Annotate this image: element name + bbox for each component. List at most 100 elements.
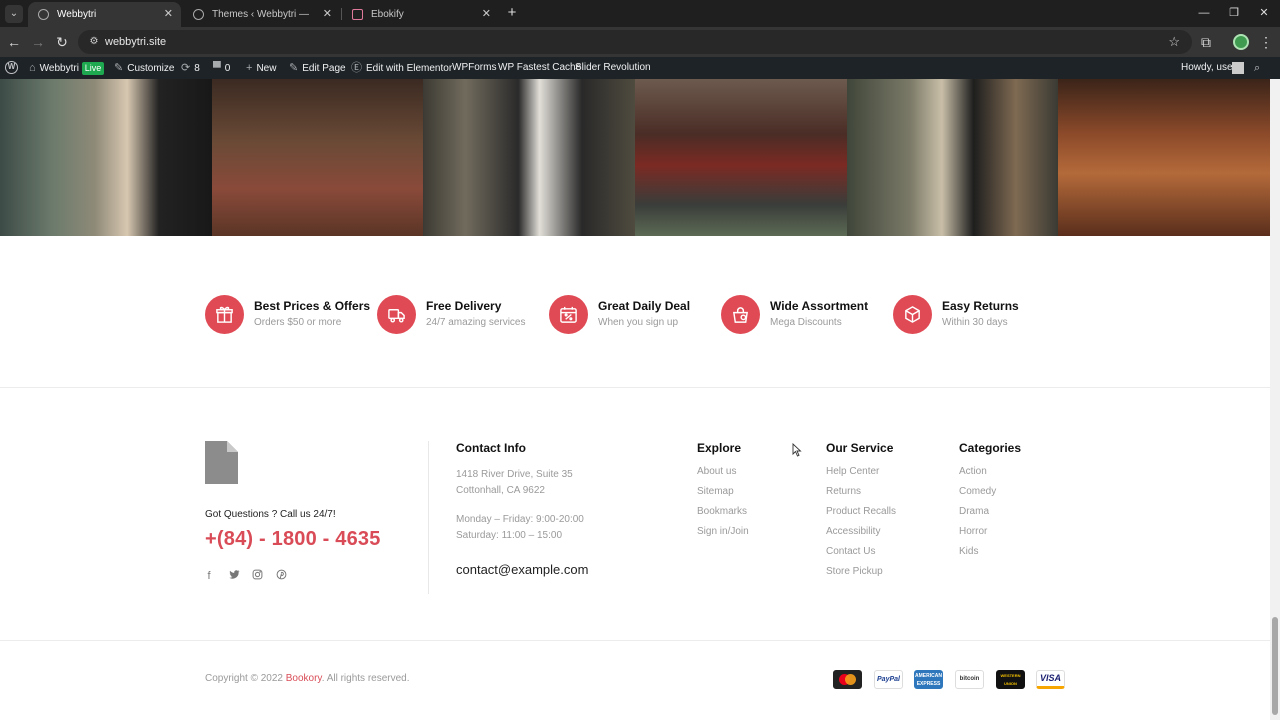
instagram-icon[interactable] xyxy=(250,569,264,583)
browser-tab-bar: ⌄ Webbytri ✕ Themes ‹ Webbytri — WordPre… xyxy=(0,0,1280,45)
wp-customize-link[interactable]: ✎ Customize xyxy=(114,57,174,79)
footer-divider xyxy=(428,441,429,594)
profile-avatar[interactable] xyxy=(1233,34,1249,50)
extensions-icon[interactable]: ⧉ xyxy=(1196,32,1216,52)
delivery-truck-icon xyxy=(377,295,416,334)
shopping-bag-icon xyxy=(721,295,760,334)
search-icon[interactable]: ⌕ xyxy=(1254,57,1260,79)
feature-easy-returns: Easy Returns Within 30 days xyxy=(893,294,1065,334)
brush-icon: ✎ xyxy=(114,62,124,74)
wordpress-logo-icon[interactable]: W xyxy=(5,61,18,74)
paypal-icon: PayPal xyxy=(874,670,903,689)
footer-link-action[interactable]: Action xyxy=(959,466,987,477)
footer-link-kids[interactable]: Kids xyxy=(959,546,978,557)
globe-icon xyxy=(193,9,204,20)
bookmark-star-icon[interactable]: ☆ xyxy=(1168,30,1180,54)
copyright: Copyright © 2022 Bookory. All rights res… xyxy=(205,673,410,684)
footer-link-help-center[interactable]: Help Center xyxy=(826,466,879,477)
footer-link-drama[interactable]: Drama xyxy=(959,506,989,517)
page-scrollbar[interactable] xyxy=(1270,79,1280,720)
address-bar: ← → ↻ ⚙ webbytri.site ☆ ⧉ ⋮ xyxy=(0,27,1280,57)
wp-site-link[interactable]: ⌂ Webbytri Live xyxy=(29,57,105,79)
explore-heading: Explore xyxy=(697,441,742,455)
close-tab-icon[interactable]: ✕ xyxy=(482,2,491,27)
mastercard-icon xyxy=(833,670,862,689)
wp-elementor-link[interactable]: Ⓔ Edit with Elementor xyxy=(351,57,452,79)
amex-icon: AMERICAN EXPRESS xyxy=(914,670,943,689)
elementor-icon: Ⓔ xyxy=(351,62,362,74)
footer-link-comedy[interactable]: Comedy xyxy=(959,486,996,497)
restore-icon[interactable]: ❐ xyxy=(1218,0,1250,27)
footer-link-sitemap[interactable]: Sitemap xyxy=(697,486,734,497)
tab-themes[interactable]: Themes ‹ Webbytri — WordPre ✕ xyxy=(183,2,340,45)
footer-link-about-us[interactable]: About us xyxy=(697,466,736,477)
categories-heading: Categories xyxy=(959,441,1022,455)
close-tab-icon[interactable]: ✕ xyxy=(164,2,173,27)
photo-gallery xyxy=(0,79,1271,236)
support-text: Got Questions ? Call us 24/7! xyxy=(205,509,336,520)
url-text[interactable]: webbytri.site xyxy=(105,30,166,54)
wp-comments-link[interactable]: ▀ 0 xyxy=(213,57,230,79)
wp-wpforms-link[interactable]: WPForms xyxy=(452,57,496,79)
feature-wide-assortment: Wide Assortment Mega Discounts xyxy=(721,294,893,334)
footer-link-bookmarks[interactable]: Bookmarks xyxy=(697,506,747,517)
forward-icon[interactable]: → xyxy=(28,32,48,52)
site-settings-icon[interactable]: ⚙ xyxy=(87,35,101,49)
contact-info-heading: Contact Info xyxy=(456,441,526,455)
new-tab-icon[interactable]: + xyxy=(504,2,520,26)
wp-new-link[interactable]: + New xyxy=(246,57,276,79)
tab-ebokify[interactable]: Ebokify ✕ xyxy=(342,2,499,27)
brand-link[interactable]: Bookory xyxy=(286,673,322,684)
footer-link-store-pickup[interactable]: Store Pickup xyxy=(826,566,883,577)
gallery-photo xyxy=(0,79,212,236)
support-phone[interactable]: +(84) - 1800 - 4635 xyxy=(205,528,381,551)
wp-admin-bar: W ⌂ Webbytri Live ✎ Customize ⟳ 8 ▀ 0 + New ✎… xyxy=(0,57,1280,79)
footer-link-accessibility[interactable]: Accessibility xyxy=(826,526,880,537)
footer-bottom-divider xyxy=(0,640,1270,641)
mouse-cursor-icon xyxy=(792,443,802,457)
calendar-discount-icon xyxy=(549,295,588,334)
address-line-1: 1418 River Drive, Suite 35 xyxy=(456,469,573,480)
scrollbar-thumb[interactable] xyxy=(1272,617,1278,715)
wp-howdy[interactable]: Howdy, user xyxy=(1181,57,1236,79)
twitter-icon[interactable] xyxy=(227,569,241,583)
reload-icon[interactable]: ↻ xyxy=(52,32,72,52)
omnibox[interactable]: ⚙ webbytri.site ☆ xyxy=(78,30,1192,54)
tab-search-icon[interactable]: ⌄ xyxy=(5,5,23,23)
document-logo-icon xyxy=(205,441,238,484)
wp-edit-page-link[interactable]: ✎ Edit Page xyxy=(289,57,346,79)
footer-link-product-recalls[interactable]: Product Recalls xyxy=(826,506,896,517)
minimize-icon[interactable]: — xyxy=(1188,0,1220,27)
footer-link-horror[interactable]: Horror xyxy=(959,526,987,537)
footer-link-sign-in[interactable]: Sign in/Join xyxy=(697,526,749,537)
wp-cache-link[interactable]: WP Fastest Cache xyxy=(498,57,581,79)
pencil-icon: ✎ xyxy=(289,62,299,74)
contact-email[interactable]: contact@example.com xyxy=(456,562,588,577)
gallery-photo xyxy=(423,79,636,236)
back-icon[interactable]: ← xyxy=(4,32,24,52)
updates-icon: ⟳ xyxy=(181,62,191,74)
live-badge: Live xyxy=(81,62,105,75)
footer-link-contact-us[interactable]: Contact Us xyxy=(826,546,875,557)
our-service-heading: Our Service xyxy=(826,441,894,455)
book-icon xyxy=(352,9,363,20)
section-divider xyxy=(0,387,1270,388)
gift-icon xyxy=(205,295,244,334)
return-box-icon xyxy=(893,295,932,334)
user-avatar[interactable] xyxy=(1232,62,1244,74)
footer-link-returns[interactable]: Returns xyxy=(826,486,861,497)
wp-slider-link[interactable]: Slider Revolution xyxy=(575,57,651,79)
facebook-icon[interactable]: f xyxy=(202,569,216,583)
gallery-photo xyxy=(211,79,424,236)
wp-updates-link[interactable]: ⟳ 8 xyxy=(181,57,200,79)
gallery-photo xyxy=(846,79,1059,236)
browser-menu-icon[interactable]: ⋮ xyxy=(1256,32,1276,52)
plus-icon: + xyxy=(246,62,253,74)
gallery-photo xyxy=(1058,79,1271,236)
feature-daily-deal: Great Daily Deal When you sign up xyxy=(549,294,721,334)
tab-webbytri[interactable]: Webbytri ✕ xyxy=(28,2,181,27)
window-close-icon[interactable]: ✕ xyxy=(1248,0,1280,27)
pinterest-icon[interactable] xyxy=(274,569,288,583)
dashboard-icon: ⌂ xyxy=(29,62,36,74)
close-tab-icon[interactable]: ✕ xyxy=(323,2,332,27)
